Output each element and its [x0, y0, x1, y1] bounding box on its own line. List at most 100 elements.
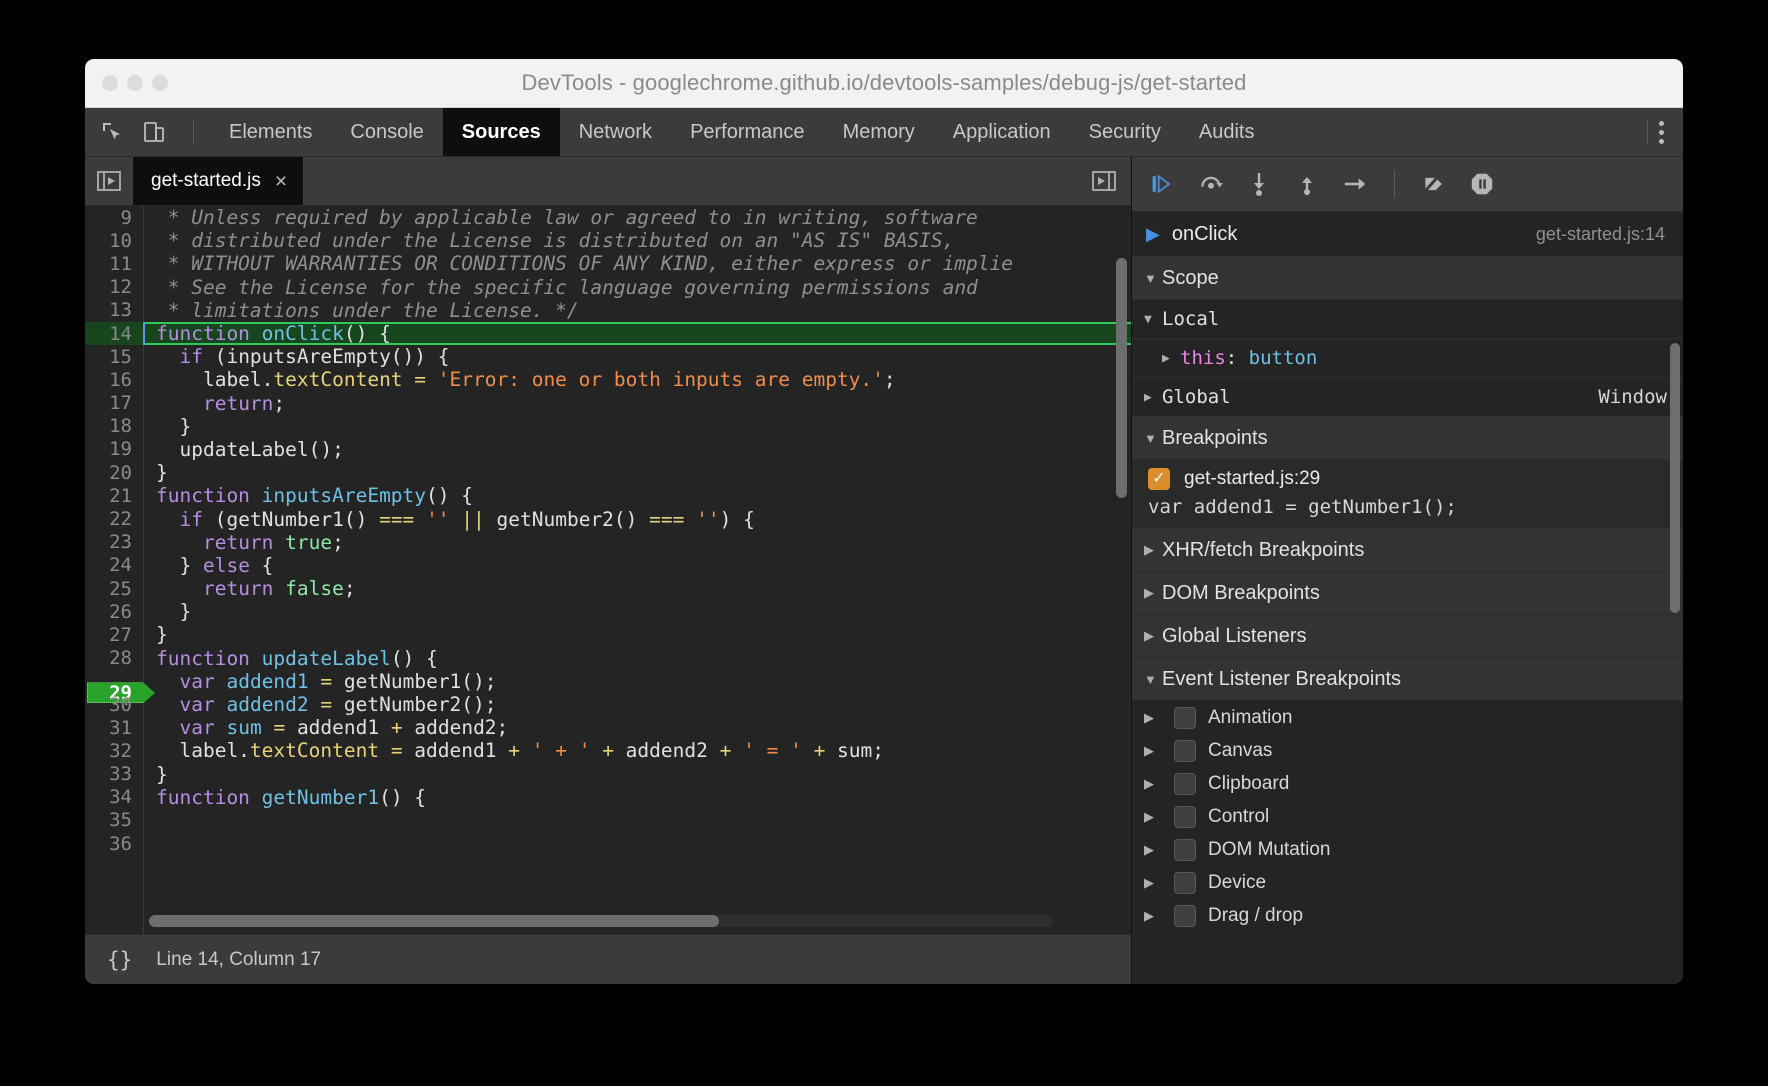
line-number-gutter[interactable]: 14 — [85, 323, 143, 345]
inspect-element-icon[interactable] — [99, 119, 125, 145]
code-editor[interactable]: 9 * Unless required by applicable law or… — [85, 206, 1131, 934]
line-number-gutter[interactable]: 32 — [85, 740, 143, 762]
event-listener-breakpoint-row[interactable]: DOM Mutation — [1132, 833, 1683, 866]
tab-network[interactable]: Network — [560, 108, 671, 156]
step-over-next-function-call-icon[interactable] — [1198, 171, 1224, 197]
tab-performance[interactable]: Performance — [671, 108, 824, 156]
tab-audits[interactable]: Audits — [1180, 108, 1274, 156]
code-line[interactable]: 33} — [85, 763, 1131, 786]
section-dom-breakpoints[interactable]: DOM Breakpoints — [1132, 572, 1683, 615]
chevron-right-icon[interactable] — [1162, 351, 1180, 366]
line-number-gutter[interactable]: 17 — [85, 392, 143, 414]
code-line[interactable]: 29 var addend1 = getNumber1(); — [85, 670, 1131, 693]
tab-memory[interactable]: Memory — [824, 108, 934, 156]
step-icon[interactable] — [1342, 171, 1368, 197]
line-number-gutter[interactable]: 30 — [85, 694, 143, 716]
line-number-gutter[interactable]: 36 — [85, 833, 143, 855]
event-listener-breakpoint-list[interactable]: AnimationCanvasClipboardControlDOM Mutat… — [1132, 701, 1683, 932]
code-line[interactable]: 11 * WITHOUT WARRANTIES OR CONDITIONS OF… — [85, 252, 1131, 275]
line-number-gutter[interactable]: 12 — [85, 276, 143, 298]
event-listener-checkbox[interactable] — [1174, 905, 1196, 927]
close-button[interactable] — [102, 75, 118, 91]
section-scope[interactable]: Scope — [1132, 257, 1683, 300]
event-listener-breakpoint-row[interactable]: Drag / drop — [1132, 899, 1683, 932]
code-line[interactable]: 26 } — [85, 600, 1131, 623]
window-controls[interactable] — [102, 75, 168, 91]
event-listener-checkbox[interactable] — [1174, 806, 1196, 828]
line-number-gutter[interactable]: 27 — [85, 624, 143, 646]
code-line[interactable]: 15 if (inputsAreEmpty()) { — [85, 345, 1131, 368]
code-line[interactable]: 27} — [85, 623, 1131, 646]
code-line[interactable]: 10 * distributed under the License is di… — [85, 229, 1131, 252]
tab-application[interactable]: Application — [934, 108, 1070, 156]
resume-script-execution-icon[interactable] — [1150, 171, 1176, 197]
code-line[interactable]: 16 label.textContent = 'Error: one or bo… — [85, 368, 1131, 391]
code-line[interactable]: 9 * Unless required by applicable law or… — [85, 206, 1131, 229]
chevron-down-icon[interactable] — [1144, 431, 1162, 446]
code-vertical-scrollbar[interactable] — [1116, 258, 1127, 498]
chevron-down-icon[interactable] — [1144, 271, 1162, 286]
line-number-gutter[interactable]: 26 — [85, 601, 143, 623]
code-line[interactable]: 25 return false; — [85, 577, 1131, 600]
event-listener-checkbox[interactable] — [1174, 839, 1196, 861]
line-number-gutter[interactable]: 28 — [85, 647, 143, 669]
chevron-right-icon[interactable] — [1144, 585, 1162, 601]
step-into-next-function-call-icon[interactable] — [1246, 171, 1272, 197]
event-listener-breakpoint-row[interactable]: Animation — [1132, 701, 1683, 734]
device-toolbar-icon[interactable] — [141, 119, 167, 145]
code-horizontal-scrollbar[interactable] — [149, 915, 1053, 927]
line-number-gutter[interactable]: 24 — [85, 554, 143, 576]
section-breakpoints[interactable]: Breakpoints — [1132, 417, 1683, 460]
line-number-gutter[interactable]: 16 — [85, 369, 143, 391]
code-line[interactable]: 14function onClick() { — [85, 322, 1131, 345]
event-listener-breakpoint-row[interactable]: Device — [1132, 866, 1683, 899]
chevron-right-icon[interactable] — [1144, 809, 1162, 825]
devtools-tabs[interactable]: Elements Console Sources Network Perform… — [210, 108, 1637, 156]
deactivate-breakpoints-icon[interactable] — [1421, 171, 1447, 197]
chevron-right-icon[interactable] — [1144, 743, 1162, 759]
event-listener-checkbox[interactable] — [1174, 740, 1196, 762]
line-number-gutter[interactable]: 20 — [85, 462, 143, 484]
tab-console[interactable]: Console — [331, 108, 442, 156]
code-line[interactable]: 34function getNumber1() { — [85, 786, 1131, 809]
code-line[interactable]: 28function updateLabel() { — [85, 647, 1131, 670]
line-number-gutter[interactable]: 15 — [85, 346, 143, 368]
pause-on-exceptions-icon[interactable] — [1469, 171, 1495, 197]
code-line[interactable]: 20} — [85, 461, 1131, 484]
event-listener-breakpoint-row[interactable]: Control — [1132, 800, 1683, 833]
code-line[interactable]: 19 updateLabel(); — [85, 438, 1131, 461]
step-out-of-current-function-icon[interactable] — [1294, 171, 1320, 197]
code-line[interactable]: 36 — [85, 832, 1131, 855]
code-line[interactable]: 12 * See the License for the specific la… — [85, 276, 1131, 299]
event-listener-checkbox[interactable] — [1174, 707, 1196, 729]
line-number-gutter[interactable]: 23 — [85, 531, 143, 553]
close-icon[interactable]: × — [275, 171, 287, 192]
code-line[interactable]: 23 return true; — [85, 531, 1131, 554]
line-number-gutter[interactable]: 34 — [85, 786, 143, 808]
line-number-gutter[interactable]: 19 — [85, 438, 143, 460]
debugger-vertical-scrollbar[interactable] — [1670, 343, 1680, 613]
line-number-gutter[interactable]: 22 — [85, 508, 143, 530]
chevron-down-icon[interactable] — [1144, 312, 1162, 327]
breakpoint-checkbox[interactable]: ✓ — [1148, 468, 1170, 490]
line-number-gutter[interactable]: 9 — [85, 207, 143, 229]
line-number-gutter[interactable]: 31 — [85, 717, 143, 739]
event-listener-breakpoint-row[interactable]: Clipboard — [1132, 767, 1683, 800]
file-tab-get-started-js[interactable]: get-started.js × — [133, 157, 303, 205]
chevron-right-icon[interactable] — [1144, 776, 1162, 792]
kebab-menu-icon[interactable] — [1658, 121, 1665, 144]
event-listener-breakpoint-row[interactable]: Canvas — [1132, 734, 1683, 767]
chevron-right-icon[interactable] — [1144, 542, 1162, 558]
code-line[interactable]: 24 } else { — [85, 554, 1131, 577]
code-line[interactable]: 31 var sum = addend1 + addend2; — [85, 716, 1131, 739]
debugger-sections-scroll[interactable]: Scope Local this : button Global — [1132, 257, 1683, 984]
scope-group-local[interactable]: Local — [1132, 300, 1683, 339]
scope-entry-this[interactable]: this : button — [1132, 339, 1683, 378]
scope-group-global[interactable]: Global Window — [1132, 378, 1683, 417]
tab-elements[interactable]: Elements — [210, 108, 331, 156]
breakpoint-item[interactable]: ✓ get-started.js:29 var addend1 = getNum… — [1132, 460, 1683, 529]
line-number-gutter[interactable]: 21 — [85, 485, 143, 507]
call-stack-frame[interactable]: ▶ onClick get-started.js:14 — [1132, 212, 1683, 257]
chevron-right-icon[interactable] — [1144, 875, 1162, 891]
section-global-listeners[interactable]: Global Listeners — [1132, 615, 1683, 658]
